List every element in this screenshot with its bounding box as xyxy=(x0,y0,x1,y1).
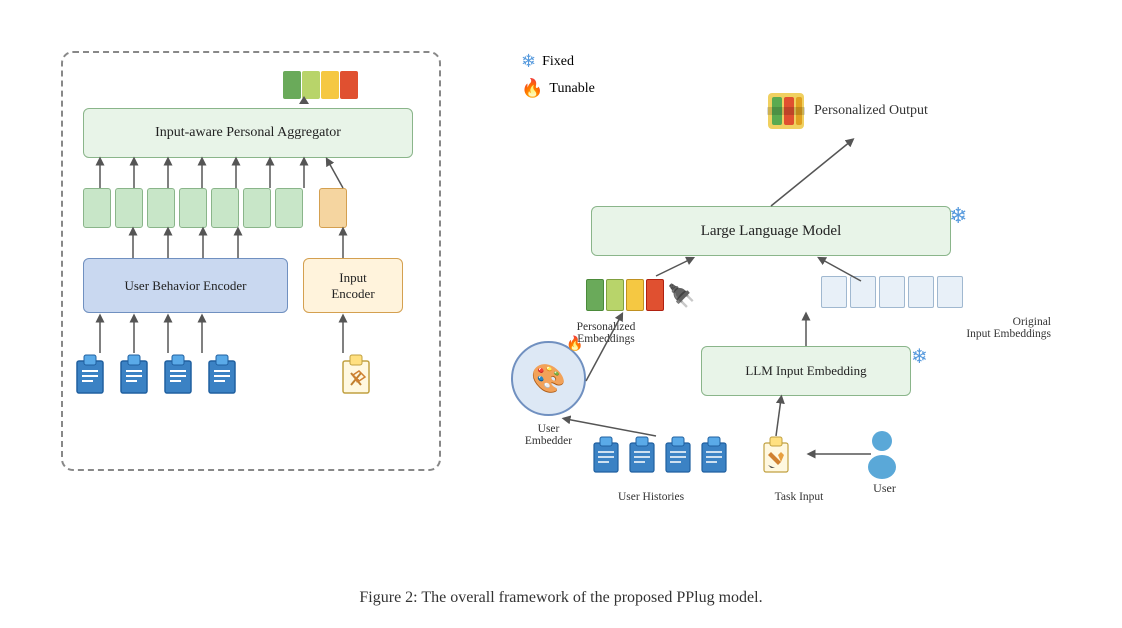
clipboard-icon-1 xyxy=(73,353,107,395)
user-hist-label: User Histories xyxy=(596,491,706,503)
embed-block-3 xyxy=(147,188,175,228)
embed-block-6 xyxy=(243,188,271,228)
caption-text: Figure 2: The overall framework of the p… xyxy=(359,589,762,606)
user-avatar xyxy=(866,429,898,479)
user-embedder-label: User Embedder xyxy=(501,423,596,447)
behavior-encoder-box: User Behavior Encoder xyxy=(83,258,288,313)
right-panel: Personalized Output Large Language Model… xyxy=(491,51,1051,531)
hist-clipboard-1 xyxy=(591,436,621,474)
embed-block-5 xyxy=(211,188,239,228)
hist-clipboard-2 xyxy=(627,436,657,474)
task-input-area xyxy=(761,436,791,474)
hist-clipboard-3 xyxy=(663,436,693,474)
arrow-to-colorbar xyxy=(299,96,309,104)
embed-block-1 xyxy=(83,188,111,228)
snowflake-llm-icon: ❄ xyxy=(949,203,967,229)
embed-block-4 xyxy=(179,188,207,228)
left-panel: Input-aware Personal Aggregator User Beh… xyxy=(61,51,441,471)
behavior-encoder-label: User Behavior Encoder xyxy=(124,278,246,294)
hist-clipboard-4 xyxy=(699,436,729,474)
llm-box: Large Language Model xyxy=(591,206,951,256)
figure-caption: Figure 2: The overall framework of the p… xyxy=(359,589,762,607)
llm-embed-label: LLM Input Embedding xyxy=(745,363,866,379)
plug-icon: 🔌 xyxy=(668,279,695,311)
clipboard-row xyxy=(73,353,373,395)
user-label: User xyxy=(873,481,896,496)
task-input-icon xyxy=(761,436,791,474)
user-embedder-text: User Embedder xyxy=(525,423,572,447)
clipboard-icon-3 xyxy=(161,353,195,395)
embed-blocks-row xyxy=(83,188,347,228)
pers-output-label: Personalized Output xyxy=(814,103,928,119)
snowflake-embed-icon: ❄ xyxy=(911,344,928,369)
pencil-icon xyxy=(339,353,373,395)
embed-block-7 xyxy=(275,188,303,228)
orig-embed-label: Original Input Embeddings xyxy=(931,316,1051,340)
aggregator-box: Input-aware Personal Aggregator xyxy=(83,108,413,158)
user-hist-text: User Histories xyxy=(618,491,684,503)
orig-embed-row xyxy=(821,276,963,308)
clipboard-icon-2 xyxy=(117,353,151,395)
user-hist-row xyxy=(591,436,729,474)
input-encoder-label: Input Encoder xyxy=(331,270,374,302)
color-bar-left xyxy=(283,71,358,99)
task-input-text: Task Input xyxy=(775,491,824,503)
embed-block-2 xyxy=(115,188,143,228)
user-figure: User xyxy=(866,429,898,496)
llm-label: Large Language Model xyxy=(701,223,842,240)
aggregator-label: Input-aware Personal Aggregator xyxy=(155,125,341,141)
clipboard-icon-4 xyxy=(205,353,239,395)
orig-embed-text: Original Input Embeddings xyxy=(966,316,1051,340)
output-icon xyxy=(766,91,806,131)
llm-embed-box: LLM Input Embedding xyxy=(701,346,911,396)
diagram-container: Input-aware Personal Aggregator User Beh… xyxy=(31,21,1091,581)
embed-block-orange xyxy=(319,188,347,228)
pers-output-area: Personalized Output xyxy=(766,91,928,131)
input-encoder-box: Input Encoder xyxy=(303,258,403,313)
pers-embed-text: Personalized Embeddings xyxy=(577,321,636,345)
pers-embed-row: 🔌 xyxy=(586,279,695,311)
fire-user-embedder-icon: 🔥 xyxy=(566,336,583,353)
task-input-label: Task Input xyxy=(759,491,839,503)
